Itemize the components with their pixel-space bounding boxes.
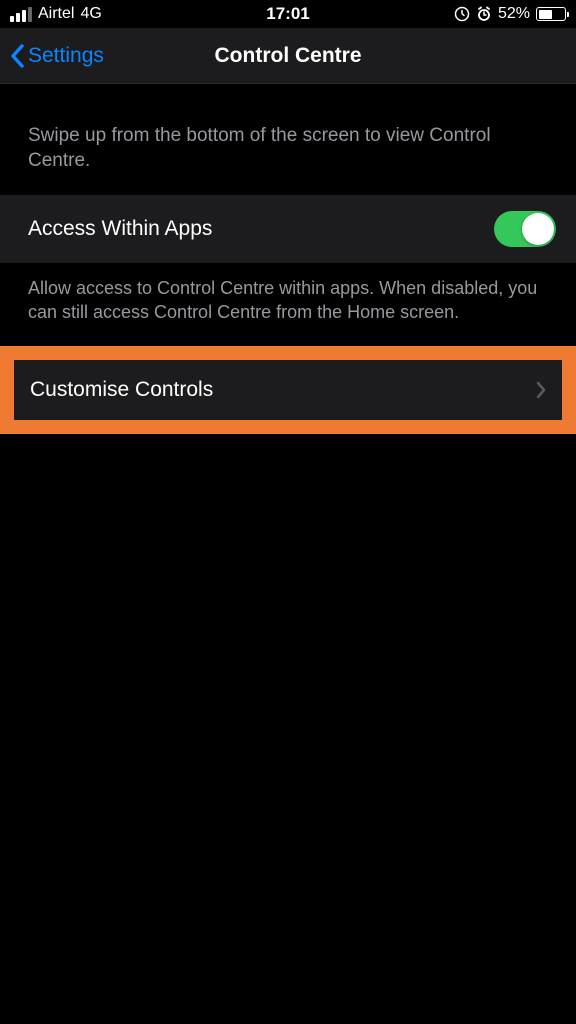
navigation-bar: Settings Control Centre	[0, 28, 576, 84]
carrier-label: Airtel	[38, 5, 74, 23]
signal-icon	[10, 7, 32, 22]
status-left: Airtel 4G	[10, 5, 102, 23]
lock-rotation-icon	[454, 6, 470, 22]
chevron-right-icon	[536, 381, 546, 399]
access-within-apps-row: Access Within Apps	[0, 195, 576, 263]
page-title: Control Centre	[215, 44, 362, 68]
access-within-apps-toggle[interactable]	[494, 211, 556, 247]
intro-text: Swipe up from the bottom of the screen t…	[0, 84, 576, 195]
back-label: Settings	[28, 44, 104, 68]
access-footer-text: Allow access to Control Centre within ap…	[0, 263, 576, 346]
battery-percent: 52%	[498, 5, 530, 23]
status-right: 52%	[454, 5, 566, 23]
content-area: Swipe up from the bottom of the screen t…	[0, 84, 576, 434]
alarm-icon	[476, 6, 492, 22]
access-within-apps-label: Access Within Apps	[28, 217, 212, 241]
time-label: 17:01	[266, 4, 309, 24]
customise-controls-label: Customise Controls	[30, 378, 213, 402]
network-label: 4G	[80, 5, 101, 23]
status-bar: Airtel 4G 17:01 52%	[0, 0, 576, 28]
battery-icon	[536, 7, 566, 21]
customise-controls-row[interactable]: Customise Controls	[14, 360, 562, 420]
highlight-annotation: Customise Controls	[0, 346, 576, 434]
chevron-left-icon	[10, 44, 24, 68]
back-button[interactable]: Settings	[0, 44, 104, 68]
